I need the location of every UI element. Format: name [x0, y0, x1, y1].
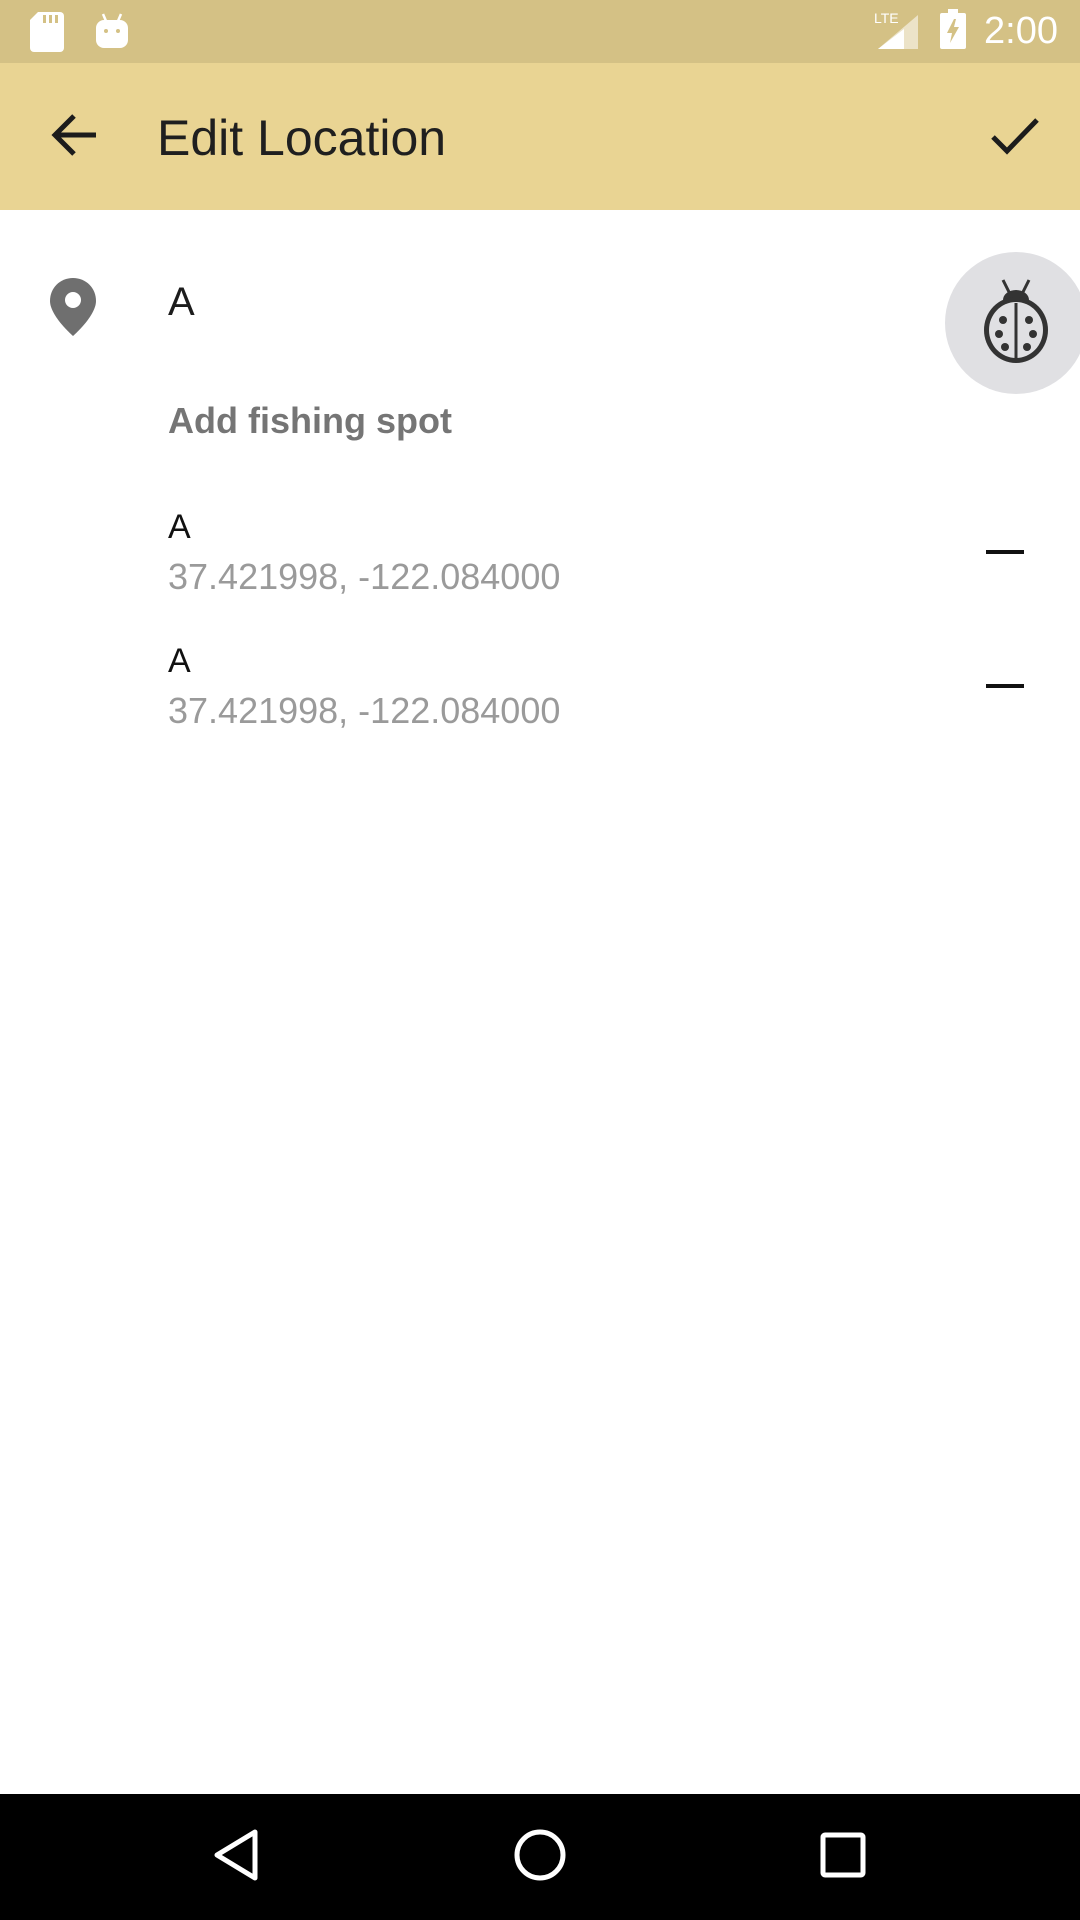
fishing-spot-name: A	[168, 508, 191, 546]
back-button[interactable]	[36, 107, 111, 167]
lte-signal-icon: LTE	[874, 9, 922, 54]
nav-recents-button[interactable]	[813, 1827, 873, 1887]
save-button[interactable]	[980, 103, 1050, 173]
minus-icon	[986, 542, 1024, 560]
minus-icon	[986, 676, 1024, 694]
fishing-spot-row[interactable]: A 37.421998, -122.084000	[0, 508, 1080, 618]
recents-square-icon	[819, 1831, 867, 1884]
nav-home-button[interactable]	[510, 1827, 570, 1887]
ladybug-icon	[981, 278, 1051, 369]
battery-charging-icon	[940, 9, 967, 54]
page-title: Edit Location	[157, 110, 447, 166]
remove-spot-button[interactable]	[980, 670, 1030, 700]
check-icon	[990, 116, 1040, 161]
location-name-input[interactable]	[168, 280, 728, 325]
remove-spot-button[interactable]	[980, 536, 1030, 566]
status-time: 2:00	[984, 10, 1058, 52]
svg-text:LTE: LTE	[874, 10, 899, 26]
arrow-back-icon	[50, 113, 98, 162]
back-triangle-icon	[211, 1828, 261, 1887]
system-nav-bar	[0, 1794, 1080, 1920]
nav-back-button[interactable]	[206, 1827, 266, 1887]
fishing-spot-coords: 37.421998, -122.084000	[168, 690, 561, 731]
home-circle-icon	[513, 1828, 567, 1887]
app-bar: Edit Location	[0, 63, 1080, 210]
fishing-spot-name: A	[168, 642, 191, 680]
fishing-spot-coords: 37.421998, -122.084000	[168, 556, 561, 597]
android-icon	[94, 12, 130, 52]
status-bar: LTE 2:00	[0, 0, 1080, 63]
content-area: Add fishing spot A 37.421998, -122.08400…	[0, 210, 1080, 1794]
ladybug-fab-button[interactable]	[945, 252, 1080, 394]
location-pin-icon	[50, 278, 96, 336]
fishing-spot-row[interactable]: A 37.421998, -122.084000	[0, 642, 1080, 752]
add-fishing-spot-button[interactable]: Add fishing spot	[168, 400, 452, 442]
sd-card-icon	[30, 12, 64, 52]
